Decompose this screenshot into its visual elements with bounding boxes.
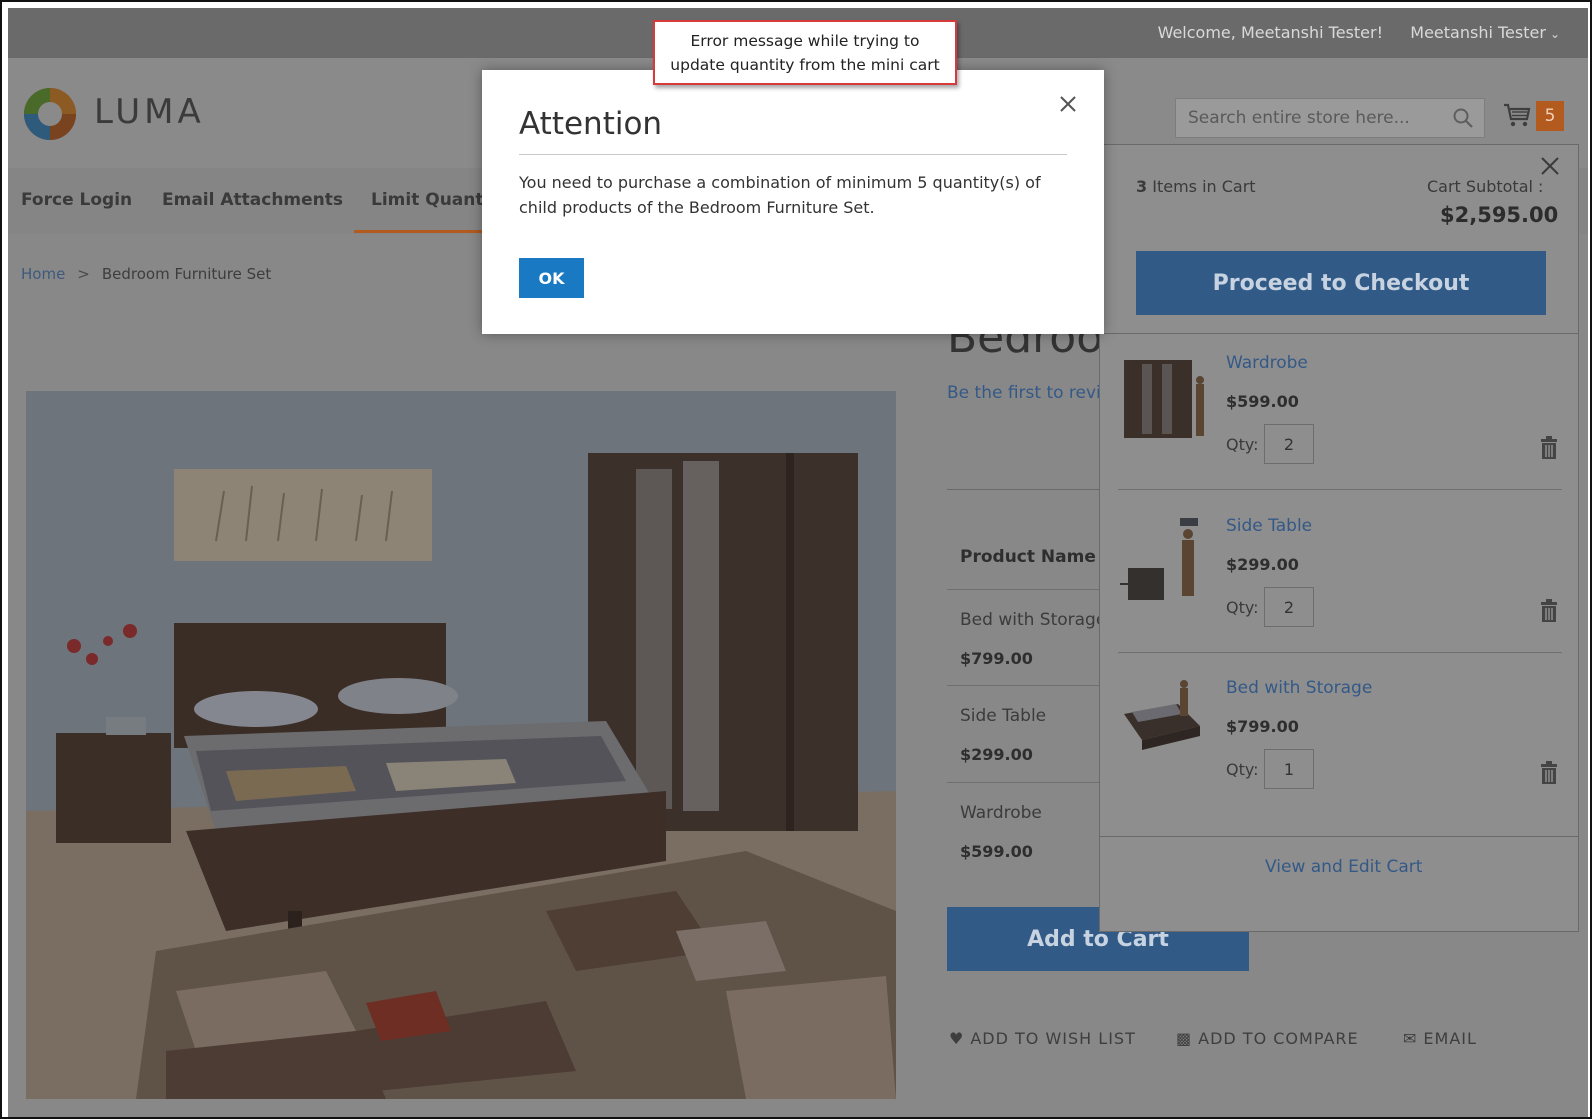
- cart-item-price: $799.00: [1226, 717, 1299, 736]
- table-row-name: Wardrobe: [960, 803, 1042, 823]
- table-row-price: $799.00: [960, 649, 1033, 668]
- grouped-table-header: Product Name: [960, 547, 1096, 567]
- items-count-label: Items in Cart: [1152, 177, 1256, 196]
- cart-item-name[interactable]: Bed with Storage: [1226, 678, 1372, 698]
- subtotal-value: $2,595.00: [1440, 203, 1559, 227]
- heart-icon: ♥: [949, 1029, 965, 1048]
- nav-item-force-login[interactable]: Force Login: [21, 190, 132, 210]
- callout-line: update quantity from the mini cart: [670, 56, 940, 74]
- cart-item-divider: [1118, 652, 1562, 653]
- account-name: Meetanshi Tester: [1410, 23, 1546, 42]
- chevron-down-icon: ⌄: [1549, 27, 1560, 41]
- qty-input[interactable]: [1264, 587, 1314, 627]
- luma-logo-icon[interactable]: [22, 86, 78, 142]
- ok-button[interactable]: OK: [519, 258, 584, 298]
- callout-line: Error message while trying to: [690, 32, 920, 50]
- close-icon[interactable]: [1058, 94, 1078, 114]
- attention-modal: Attention You need to purchase a combina…: [482, 70, 1104, 334]
- modal-divider: [519, 154, 1067, 155]
- compare-label: ADD TO COMPARE: [1198, 1029, 1359, 1048]
- account-menu[interactable]: Meetanshi Tester ⌄: [1410, 23, 1560, 42]
- cart-icon[interactable]: [1502, 100, 1532, 130]
- divider: [947, 489, 1107, 490]
- logo-text[interactable]: LUMA: [94, 92, 205, 132]
- table-row-price: $299.00: [960, 745, 1033, 764]
- qty-label: Qty:: [1226, 435, 1259, 454]
- trash-icon[interactable]: [1539, 599, 1559, 623]
- table-row-name: Side Table: [960, 706, 1047, 726]
- subtotal-label: Cart Subtotal :: [1427, 177, 1544, 196]
- cart-item-price: $599.00: [1226, 392, 1299, 411]
- cart-item-name[interactable]: Side Table: [1226, 516, 1312, 536]
- minicart-items-count: 3 Items in Cart: [1136, 177, 1256, 196]
- search-input[interactable]: [1176, 99, 1484, 137]
- email-label: EMAIL: [1423, 1029, 1477, 1048]
- table-row-name: Bed with Storage: [960, 610, 1107, 630]
- modal-message: You need to purchase a combination of mi…: [519, 173, 1041, 217]
- breadcrumb: Home > Bedroom Furniture Set: [21, 265, 271, 283]
- wishlist-label: ADD TO WISH LIST: [970, 1029, 1136, 1048]
- close-icon[interactable]: [1539, 155, 1561, 177]
- nav-item-email-attachments[interactable]: Email Attachments: [162, 190, 343, 210]
- table-divider: [947, 589, 1107, 590]
- qty-label: Qty:: [1226, 598, 1259, 617]
- email-link[interactable]: ✉ EMAIL: [1403, 1029, 1477, 1048]
- qty-label: Qty:: [1226, 760, 1259, 779]
- trash-icon[interactable]: [1539, 436, 1559, 460]
- modal-title: Attention: [519, 106, 663, 142]
- items-count-number: 3: [1136, 177, 1148, 196]
- search-icon[interactable]: [1452, 107, 1474, 129]
- cart-item-thumbnail[interactable]: [1118, 350, 1210, 446]
- search-box: [1175, 98, 1485, 138]
- bar-chart-icon: ▩: [1176, 1029, 1193, 1048]
- screenshot-frame: Welcome, Meetanshi Tester! Meetanshi Tes…: [0, 0, 1592, 1119]
- review-link[interactable]: Be the first to revie: [947, 383, 1111, 403]
- cart-count-badge[interactable]: 5: [1536, 101, 1564, 131]
- nav-active-indicator: [354, 230, 482, 233]
- cart-item-thumbnail[interactable]: [1118, 674, 1210, 770]
- breadcrumb-current: Bedroom Furniture Set: [101, 265, 272, 283]
- view-and-edit-cart-link[interactable]: View and Edit Cart: [1265, 857, 1422, 877]
- proceed-to-checkout-button[interactable]: Proceed to Checkout: [1136, 251, 1546, 315]
- annotation-callout: Error message while trying to update qua…: [653, 20, 957, 85]
- trash-icon[interactable]: [1539, 761, 1559, 785]
- nav-item-limit-quantity[interactable]: Limit Quanti: [371, 190, 489, 210]
- table-divider: [947, 685, 1107, 686]
- breadcrumb-home[interactable]: Home: [21, 265, 65, 283]
- divider: [1099, 836, 1579, 837]
- cart-item-name[interactable]: Wardrobe: [1226, 353, 1308, 373]
- envelope-icon: ✉: [1403, 1029, 1418, 1048]
- table-divider: [947, 782, 1107, 783]
- divider: [1099, 333, 1579, 334]
- add-to-wishlist-link[interactable]: ♥ ADD TO WISH LIST: [949, 1029, 1136, 1048]
- product-image[interactable]: [26, 391, 896, 1099]
- add-to-compare-link[interactable]: ▩ ADD TO COMPARE: [1176, 1029, 1359, 1048]
- qty-input[interactable]: [1264, 749, 1314, 789]
- cart-item-divider: [1118, 489, 1562, 490]
- cart-item-price: $299.00: [1226, 555, 1299, 574]
- welcome-message: Welcome, Meetanshi Tester!: [1157, 23, 1383, 42]
- table-row-price: $599.00: [960, 842, 1033, 861]
- qty-input[interactable]: [1264, 424, 1314, 464]
- breadcrumb-separator: >: [77, 265, 90, 283]
- cart-item-thumbnail[interactable]: [1118, 514, 1210, 610]
